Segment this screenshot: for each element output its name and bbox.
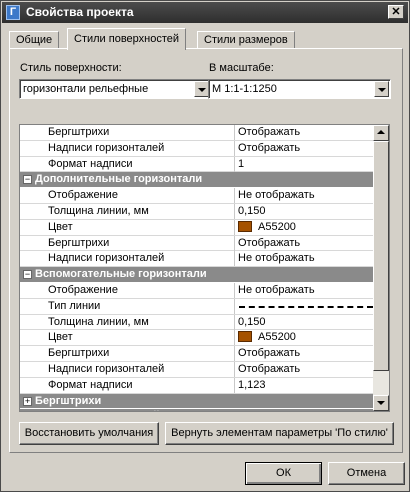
scroll-up-icon[interactable]	[373, 125, 389, 141]
property-value[interactable]: 1,123	[234, 377, 375, 393]
property-name: Толщина линии, мм	[48, 315, 149, 328]
property-name: Надписи горизонталей	[48, 252, 165, 265]
property-value[interactable]	[234, 298, 375, 314]
property-name: Формат надписи	[48, 157, 133, 170]
property-value[interactable]: A55200	[234, 330, 375, 346]
property-row[interactable]: Бергштрихи Отображать	[20, 235, 375, 252]
property-value[interactable]: 0,150	[234, 203, 375, 219]
property-name: Бергштрихи	[48, 236, 110, 249]
property-rows: Бергштрихи Отображать Надписи горизонталей…	[20, 125, 375, 411]
property-value[interactable]: Отображать	[234, 125, 375, 140]
vertical-scrollbar[interactable]	[373, 125, 389, 411]
property-value[interactable]: Отображать	[234, 140, 375, 156]
cancel-button[interactable]: Отмена	[328, 462, 405, 485]
property-group-header[interactable]: − Дополнительные горизонтали	[20, 172, 375, 189]
property-name: Цвет	[48, 220, 73, 233]
property-group-name: Вспомогательные горизонтали	[35, 268, 207, 281]
property-name: Отображение	[48, 283, 118, 296]
property-row[interactable]: Толщина линии, мм 0,150	[20, 314, 375, 331]
property-row[interactable]: Надписи горизонталей Не отображать	[20, 251, 375, 268]
property-value[interactable]: Не отображать	[234, 282, 375, 298]
property-group-header[interactable]: + Бергштрихи	[20, 393, 375, 410]
collapse-icon[interactable]: −	[23, 270, 32, 280]
reset-to-style-button[interactable]: Вернуть элементам параметры 'По стилю'	[165, 422, 394, 445]
property-row[interactable]: Бергштрихи Отображать	[20, 346, 375, 362]
tab-surface-styles[interactable]: Стили поверхностей	[67, 28, 187, 50]
scale-select[interactable]: М 1:1-1:1250	[208, 79, 391, 99]
close-button[interactable]: ✕	[388, 5, 404, 19]
property-name: Надписи горизонталей	[48, 141, 165, 154]
property-name: Толщина линии, мм	[48, 204, 149, 217]
property-value[interactable]: A55200	[234, 219, 375, 235]
property-row[interactable]: Отображение Не отображать	[20, 188, 375, 204]
ok-button[interactable]: ОК	[245, 462, 322, 485]
property-value[interactable]: Отображать	[234, 346, 375, 362]
property-name: Бергштрихи	[48, 126, 110, 138]
property-row[interactable]: Надписи горизонталей Отображать	[20, 140, 375, 157]
property-row[interactable]: Надписи горизонталей Отображать	[20, 361, 375, 378]
app-icon: Г	[6, 5, 20, 20]
property-row[interactable]: Толщина линии, мм 0,150	[20, 203, 375, 220]
property-group-header[interactable]: +Надписи горизонталей	[20, 409, 375, 411]
scroll-down-icon[interactable]	[373, 395, 389, 411]
scale-label: В масштабе:	[209, 62, 274, 74]
collapse-icon[interactable]: −	[23, 175, 32, 185]
property-name: Цвет	[48, 331, 73, 344]
property-value[interactable]: Отображать	[234, 235, 375, 251]
property-value[interactable]: Не отображать	[234, 251, 375, 267]
property-row[interactable]: Формат надписи 1,123	[20, 377, 375, 394]
title-bar[interactable]: Г Свойства проекта ✕	[2, 2, 408, 23]
property-name: Формат надписи	[48, 378, 133, 391]
restore-defaults-button[interactable]: Восстановить умолчания	[19, 422, 159, 445]
property-value[interactable]: Отображать	[234, 361, 375, 377]
property-row[interactable]: Цвет A55200	[20, 330, 375, 347]
surface-style-value: горизонтали рельефные	[23, 83, 149, 95]
property-group-name: Надписи горизонталей	[35, 409, 160, 411]
color-value: A55200	[258, 220, 296, 233]
color-value: A55200	[258, 331, 296, 344]
property-name: Тип линии	[48, 299, 101, 312]
property-row[interactable]: Тип линии	[20, 298, 375, 315]
surface-style-select[interactable]: горизонтали рельефные	[19, 79, 211, 99]
property-row[interactable]: Бергштрихи Отображать	[20, 125, 375, 141]
property-grid: Бергштрихи Отображать Надписи горизонталей…	[19, 124, 390, 412]
project-properties-dialog: Г Свойства проекта ✕ Общие Стили поверхн…	[0, 0, 410, 492]
scrollbar-thumb[interactable]	[373, 141, 389, 371]
color-swatch[interactable]	[238, 220, 252, 232]
property-group-name: Дополнительные горизонтали	[35, 173, 203, 186]
property-row[interactable]: Отображение Не отображать	[20, 282, 375, 299]
property-row[interactable]: Формат надписи 1	[20, 156, 375, 173]
expand-icon[interactable]: +	[23, 396, 32, 406]
chevron-down-icon[interactable]	[194, 81, 209, 97]
dashed-line-preview	[239, 305, 373, 308]
property-group-name: Бергштрихи	[35, 394, 102, 407]
scale-value: М 1:1-1:1250	[212, 83, 277, 95]
property-value[interactable]: 1	[234, 156, 375, 172]
property-name: Отображение	[48, 189, 118, 202]
property-value[interactable]: Не отображать	[234, 188, 375, 204]
property-group-header[interactable]: − Вспомогательные горизонтали	[20, 267, 375, 283]
property-name: Надписи горизонталей	[48, 362, 165, 375]
color-swatch[interactable]	[238, 331, 252, 343]
window-title: Свойства проекта	[26, 5, 134, 19]
tab-dimension-styles[interactable]: Стили размеров	[197, 31, 295, 49]
chevron-down-icon[interactable]	[374, 81, 389, 97]
surface-style-label: Стиль поверхности:	[20, 62, 122, 74]
property-row[interactable]: Цвет A55200	[20, 219, 375, 236]
property-name: Бергштрихи	[48, 347, 110, 360]
property-value[interactable]: 0,150	[234, 314, 375, 330]
tab-general[interactable]: Общие	[9, 31, 60, 49]
